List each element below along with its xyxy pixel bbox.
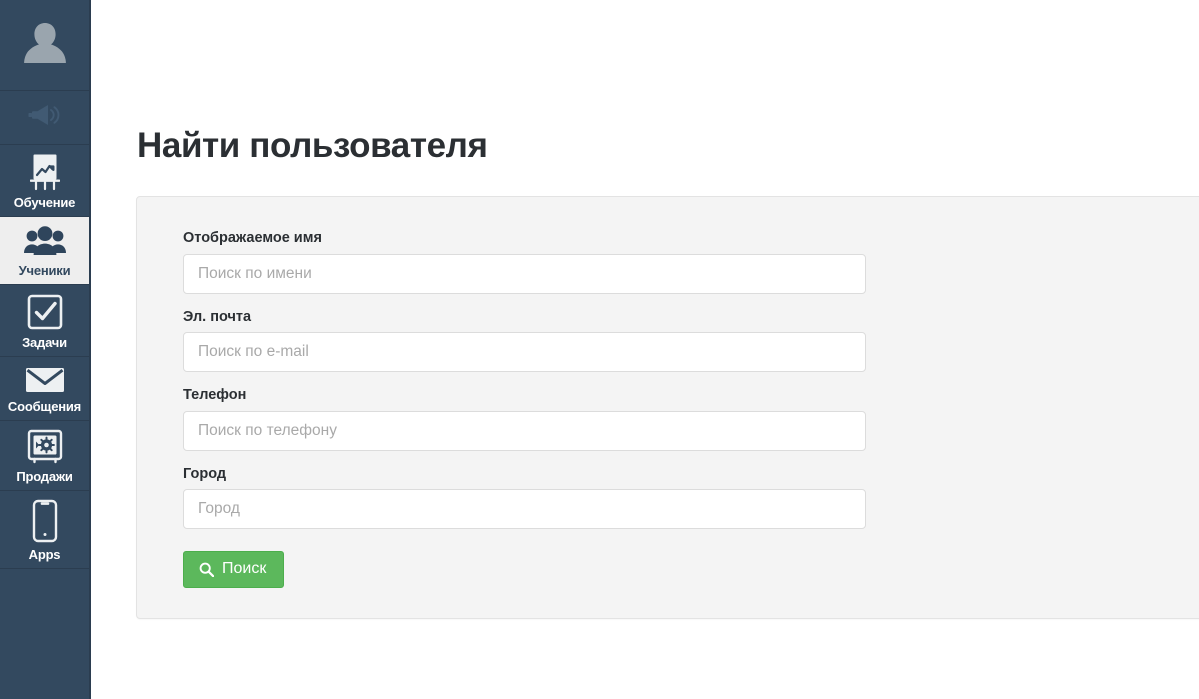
city-input[interactable]: [183, 489, 866, 529]
user-avatar-placeholder-icon: [17, 15, 73, 76]
display-name-input[interactable]: [183, 253, 866, 294]
easel-chart-icon: [27, 153, 63, 191]
megaphone-icon: [28, 103, 62, 127]
main-content: Найти пользователя Отображаемое имя Эл. …: [91, 0, 1199, 699]
sidebar-item-label: Сообщения: [7, 399, 82, 414]
app-root: Обучение Ученики Задачи Сообщения Продаж…: [0, 0, 1199, 699]
page-title: Найти пользователя: [137, 126, 488, 165]
city-label: Город: [183, 465, 227, 482]
sidebar-item-announcements[interactable]: [0, 91, 89, 145]
checkbox-check-icon: [26, 293, 64, 331]
email-label: Эл. почта: [183, 308, 252, 325]
form-group-phone: Телефон: [137, 388, 1199, 451]
safe-vault-icon: [26, 429, 64, 465]
user-search-card: Отображаемое имя Эл. почта Телефон Город: [136, 196, 1199, 619]
email-input[interactable]: [183, 332, 866, 372]
sidebar-item-label: Задачи: [22, 335, 67, 350]
smartphone-icon: [31, 499, 59, 543]
phone-input[interactable]: [183, 410, 866, 451]
sidebar-item-obuchenie[interactable]: Обучение: [0, 145, 89, 217]
sidebar-item-apps[interactable]: Apps: [0, 491, 89, 569]
main-sidebar: Обучение Ученики Задачи Сообщения Продаж…: [0, 0, 91, 699]
sidebar-item-label: Обучение: [13, 195, 76, 210]
sidebar-item-soobshcheniya[interactable]: Сообщения: [0, 357, 89, 421]
search-button-label: Поиск: [222, 560, 267, 577]
sidebar-avatar[interactable]: [0, 0, 89, 91]
form-group-email: Эл. почта: [137, 308, 1199, 372]
form-actions: Поиск: [137, 529, 1199, 588]
form-group-display-name: Отображаемое имя: [137, 231, 1199, 294]
users-group-icon: [23, 225, 67, 259]
sidebar-item-ucheniki[interactable]: Ученики: [0, 217, 89, 285]
sidebar-item-label: Apps: [28, 547, 61, 562]
sidebar-item-label: Продажи: [16, 469, 73, 484]
sidebar-item-zadachi[interactable]: Задачи: [0, 285, 89, 357]
sidebar-item-label: Ученики: [18, 263, 71, 278]
form-group-city: Город: [137, 465, 1199, 529]
display-name-label: Отображаемое имя: [183, 230, 322, 246]
sidebar-item-prodazhi[interactable]: Продажи: [0, 421, 89, 491]
envelope-icon: [24, 365, 66, 395]
search-magnifier-icon: [199, 562, 214, 577]
phone-label: Телефон: [183, 387, 247, 403]
search-button[interactable]: Поиск: [183, 551, 285, 588]
